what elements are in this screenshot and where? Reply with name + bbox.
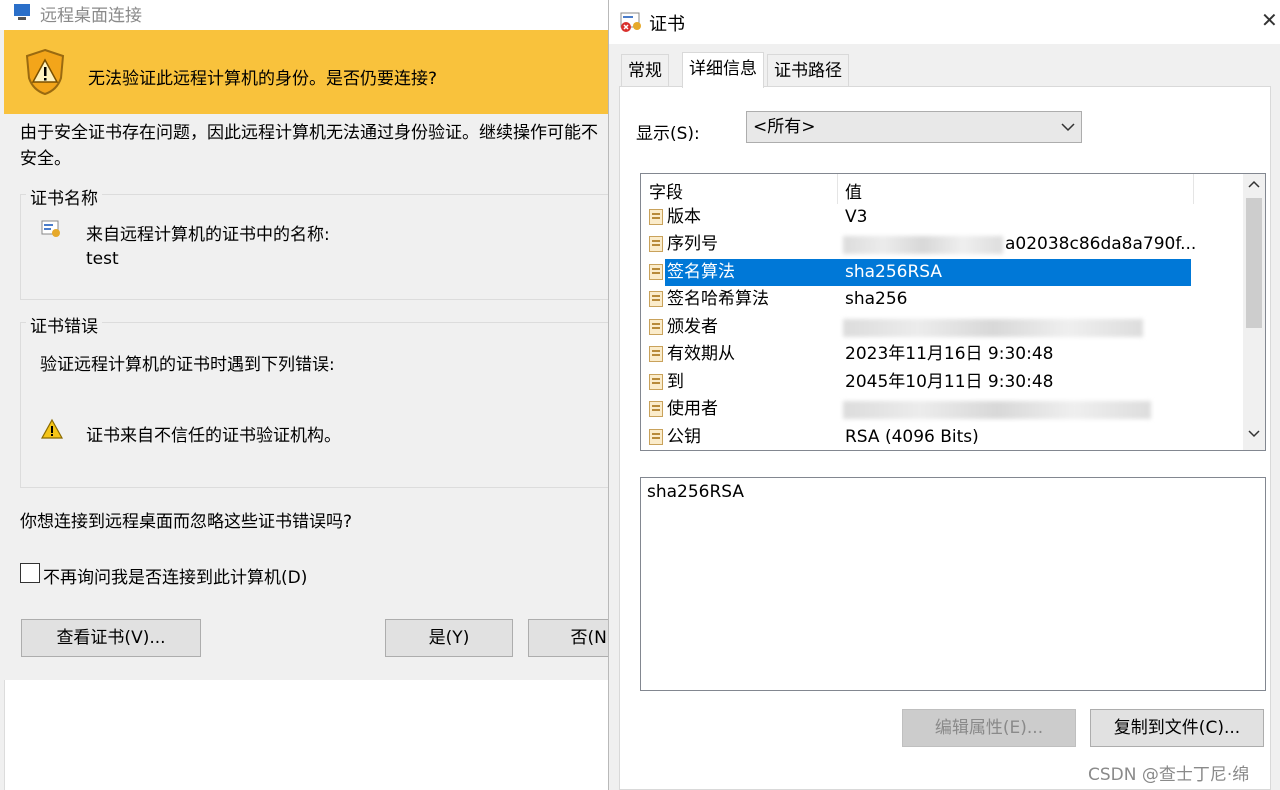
show-select[interactable]: <所有> [746,111,1082,143]
redaction-blur [843,401,1151,419]
field-name: 序列号 [667,234,718,254]
field-value: sha256RSA [845,262,943,282]
list-item[interactable]: 签名哈希算法 sha256 [647,286,1189,313]
field-value: 2045年10月11日 9:30:48 [845,372,1054,392]
list-item-selected[interactable]: 签名算法 sha256RSA [647,259,1191,286]
field-icon [649,291,663,307]
chevron-up-icon[interactable] [1248,180,1260,188]
list-item[interactable]: 序列号 a02038c86da8a790f... [647,231,1196,258]
field-name: 版本 [667,207,701,227]
warning-icon [40,418,64,439]
yes-button[interactable]: 是(Y) [385,619,513,657]
field-name: 有效期从 [667,344,735,364]
chevron-down-icon[interactable] [1248,430,1260,438]
list-item[interactable]: 有效期从 2023年11月16日 9:30:48 [647,341,1189,368]
field-icon [649,264,663,280]
cert-error-group [20,322,616,488]
edit-properties-button[interactable]: 编辑属性(E)... [902,709,1076,747]
field-icon [649,236,663,252]
field-list[interactable]: 字段 值 版本 V3 序列号 a02038c86da8a790f... 签名算法 [640,173,1266,451]
field-value-textbox[interactable]: sha256RSA [640,477,1266,691]
background-window-area [4,680,611,790]
field-value: 2023年11月16日 9:30:48 [845,344,1054,364]
cert-title-bar: 证书 ✕ [609,0,1280,44]
cert-title: 证书 [649,14,685,35]
watermark: CSDN @查士丁尼·绵 [1088,765,1250,785]
cert-name-group [20,194,616,300]
cert-error-text: 证书来自不信任的证书验证机构。 [86,426,341,446]
column-header-value[interactable]: 值 [845,178,862,203]
show-label: 显示(S): [636,124,700,144]
field-icon [649,319,663,335]
certificate-dialog: 证书 ✕ 常规 详细信息 证书路径 显示(S): <所有> 字段 值 版本 V3 [608,0,1280,790]
field-value: sha256 [845,289,908,309]
show-select-value: <所有> [753,117,816,137]
list-item[interactable]: 到 2045年10月11日 9:30:48 [647,369,1189,396]
rdp-dialog: 远程桌面连接 无法验证此远程计算机的身份。是否仍要连接? 由于安全证书存在问题，… [0,0,656,790]
field-icon [649,346,663,362]
field-name: 签名算法 [667,262,735,282]
list-item[interactable]: 版本 V3 [647,204,1189,231]
scrollbar-thumb[interactable] [1246,198,1262,328]
remote-desktop-icon [14,4,30,20]
dont-ask-label[interactable]: 不再询问我是否连接到此计算机(D) [43,563,307,588]
field-icon [649,209,663,225]
tab-details[interactable]: 详细信息 [682,52,764,88]
field-name: 颁发者 [667,317,718,337]
certificate-error-icon [620,12,641,32]
dont-ask-checkbox[interactable] [20,563,40,583]
column-divider [1193,174,1194,204]
redaction-blur [843,236,1003,254]
cert-name-caption: 来自远程计算机的证书中的名称: [86,225,330,245]
copy-to-file-button[interactable]: 复制到文件(C)... [1090,709,1264,747]
field-icon [649,429,663,445]
ignore-question: 你想连接到远程桌面而忽略这些证书错误吗? [20,512,353,532]
view-certificate-button[interactable]: 查看证书(V)... [21,619,201,657]
close-icon[interactable]: ✕ [1261,8,1278,32]
security-description: 由于安全证书存在问题，因此远程计算机无法通过身份验证。继续操作可能不安全。 [20,123,598,169]
tab-cert-path[interactable]: 证书路径 [767,54,849,86]
cert-error-group-label: 证书错误 [26,312,102,337]
list-header: 字段 值 [641,174,1245,204]
field-name: 到 [667,372,684,392]
list-item[interactable]: 公钥 RSA (4096 Bits) [647,424,1189,450]
field-name: 使用者 [667,399,718,419]
list-item[interactable]: 使用者 [647,396,1189,423]
field-name: 公钥 [667,427,701,447]
field-icon [649,374,663,390]
field-name: 签名哈希算法 [667,289,769,309]
cert-name-value: test [86,249,119,269]
chevron-down-icon [1061,123,1075,132]
field-value: a02038c86da8a790f... [1005,234,1197,254]
banner-text: 无法验证此远程计算机的身份。是否仍要连接? [88,69,438,89]
cert-name-group-label: 证书名称 [26,184,102,209]
column-header-field[interactable]: 字段 [649,178,683,203]
field-value: RSA (4096 Bits) [845,427,979,447]
shield-warning-icon [25,48,65,96]
rdp-title: 远程桌面连接 [40,6,142,26]
cert-error-caption: 验证远程计算机的证书时遇到下列错误: [40,355,335,375]
details-panel: 显示(S): <所有> 字段 值 版本 V3 序列号 a02038c86da8a… [619,86,1271,790]
tab-general[interactable]: 常规 [621,54,669,86]
certificate-icon [41,220,60,237]
list-scrollbar[interactable] [1243,174,1265,450]
redaction-blur [843,319,1143,337]
rdp-title-bar: 远程桌面连接 [0,0,610,30]
warning-banner: 无法验证此远程计算机的身份。是否仍要连接? [4,30,610,114]
field-value: V3 [845,207,868,227]
column-divider [837,174,838,204]
field-icon [649,401,663,417]
list-item[interactable]: 颁发者 [647,314,1189,341]
